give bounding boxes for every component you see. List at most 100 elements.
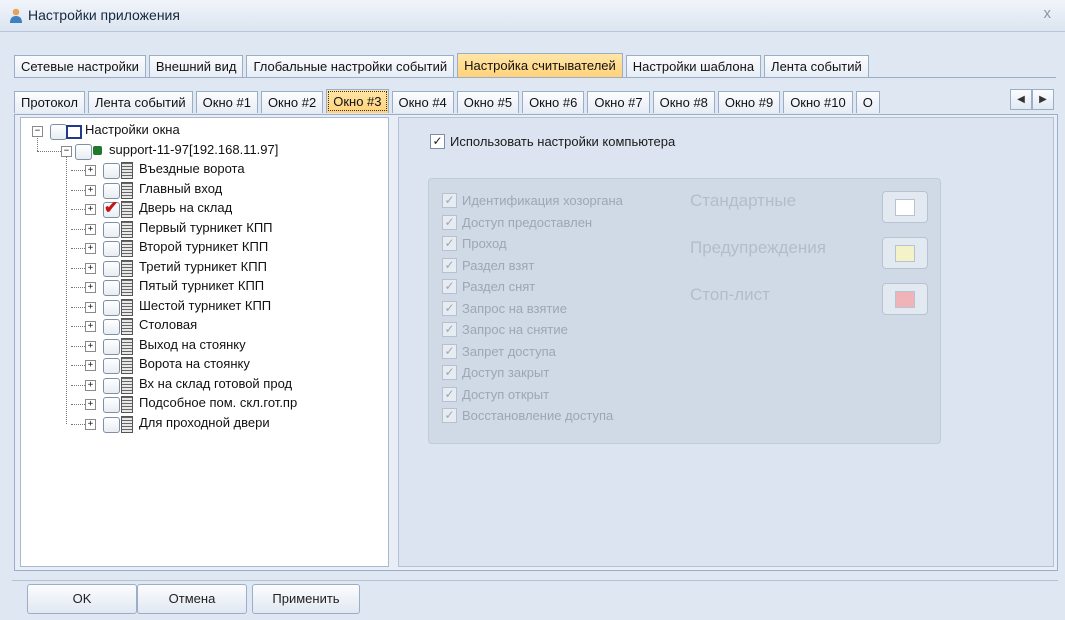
tab-scroll-buttons: ◀ ▶ <box>1010 89 1054 110</box>
tree-connector <box>37 150 61 152</box>
reader-checkbox[interactable] <box>103 260 120 277</box>
tree-connector <box>66 155 67 424</box>
expand-icon[interactable]: + <box>85 204 96 215</box>
expand-icon[interactable]: + <box>85 321 96 332</box>
expand-icon[interactable]: + <box>85 418 96 430</box>
apply-button[interactable]: Применить <box>252 584 360 614</box>
main-tab[interactable]: Сетевые настройки <box>14 55 146 77</box>
close-icon[interactable]: x <box>1044 5 1052 22</box>
reader-checkbox[interactable] <box>103 280 120 296</box>
reader-label: Въездные ворота <box>139 161 245 176</box>
event-check[interactable]: ✓ <box>442 214 457 230</box>
reader-checkbox[interactable] <box>103 182 120 199</box>
expand-icon[interactable]: + <box>85 301 96 313</box>
event-checkbox[interactable]: ✓ Идентификация хозоргана <box>442 193 623 208</box>
reader-tree[interactable]: − Настройки окна − support-11-97[192.168.11… <box>20 117 389 567</box>
reader-icon <box>121 220 133 238</box>
reader-checkbox[interactable] <box>103 358 120 374</box>
event-checkbox[interactable]: ✓ Запрет доступа <box>442 343 556 359</box>
event-check[interactable]: ✓ <box>442 257 457 273</box>
window-tab[interactable]: Протокол <box>14 91 85 113</box>
window-tab[interactable]: Окно #2 <box>260 91 324 113</box>
event-check[interactable]: ✓ <box>442 236 457 251</box>
reader-label: Подсобное пом. скл.гот.пр <box>139 395 298 410</box>
expand-icon[interactable]: + <box>85 282 96 293</box>
window-tab[interactable]: Окно #3 <box>326 89 389 113</box>
reader-checkbox[interactable] <box>103 221 120 238</box>
expand-icon[interactable]: + <box>85 340 96 352</box>
event-check[interactable]: ✓ <box>442 300 457 316</box>
reader-checkbox[interactable] <box>103 241 120 257</box>
scroll-left-icon[interactable]: ◀ <box>1010 89 1032 110</box>
color-picker-button[interactable] <box>882 283 928 315</box>
reader-icon <box>121 396 133 413</box>
color-swatch <box>895 199 915 216</box>
window-tab[interactable]: Окно #1 <box>195 91 258 113</box>
use-computer-check[interactable]: ✓ <box>430 134 445 149</box>
event-checkbox[interactable]: ✓ Проход <box>442 236 507 251</box>
event-checkbox[interactable]: ✓ Восстановление доступа <box>442 408 613 423</box>
window-tab[interactable]: Окно #5 <box>456 91 520 113</box>
main-tab[interactable]: Внешний вид <box>148 55 244 77</box>
reader-icon <box>121 318 133 335</box>
main-tabs: Сетевые настройки Внешний вид Глобальные н… <box>14 53 872 77</box>
window-tab[interactable]: Окно #8 <box>652 91 715 113</box>
expand-icon[interactable]: + <box>85 243 96 254</box>
window-tab[interactable]: Лента событий <box>87 91 193 113</box>
expand-icon[interactable]: + <box>85 399 96 410</box>
reader-checkbox[interactable] <box>103 338 120 355</box>
reader-label: Шестой турникет КПП <box>139 297 272 313</box>
window-tab[interactable]: О <box>855 91 880 113</box>
main-tab[interactable]: Глобальные настройки событий <box>246 55 455 77</box>
window-tab[interactable]: Окно #9 <box>717 91 781 113</box>
event-checkbox[interactable]: ✓ Доступ открыт <box>442 386 549 402</box>
window-tab[interactable]: Окно #6 <box>522 91 585 113</box>
event-check[interactable]: ✓ <box>442 193 457 208</box>
event-checkbox[interactable]: ✓ Доступ предоставлен <box>442 214 592 230</box>
event-check[interactable]: ✓ <box>442 279 457 294</box>
window-tab[interactable]: Окно #10 <box>783 91 853 113</box>
event-checkbox[interactable]: ✓ Запрос на взятие <box>442 300 567 316</box>
event-check[interactable]: ✓ <box>442 386 457 402</box>
cancel-button[interactable]: Отмена <box>137 584 247 614</box>
tree-connector <box>71 248 85 249</box>
reader-label: Главный вход <box>139 180 223 196</box>
window-tab[interactable]: Окно #4 <box>391 91 454 113</box>
event-checkbox[interactable]: ✓ Доступ закрыт <box>442 365 549 380</box>
expand-icon[interactable]: + <box>85 165 96 176</box>
root-checkbox[interactable] <box>50 124 67 140</box>
reader-checkbox[interactable] <box>103 319 120 335</box>
ok-button[interactable]: OK <box>27 584 137 614</box>
reader-label: Вх на склад готовой прод <box>139 375 293 391</box>
reader-checkbox[interactable] <box>103 163 120 179</box>
expand-icon[interactable]: + <box>85 262 96 274</box>
reader-checkbox[interactable] <box>103 397 120 413</box>
event-check[interactable]: ✓ <box>442 365 457 380</box>
color-swatch <box>895 291 915 308</box>
color-picker-button[interactable] <box>882 191 928 223</box>
window-tab[interactable]: Окно #7 <box>587 91 650 113</box>
main-tab[interactable]: Лента событий <box>764 55 869 77</box>
event-checkbox[interactable]: ✓ Раздел снят <box>442 279 535 294</box>
expand-icon[interactable]: + <box>85 379 96 391</box>
reader-icon <box>121 357 133 374</box>
window-icon <box>66 125 82 139</box>
use-computer-settings-checkbox[interactable]: ✓ Использовать настройки компьютера <box>430 134 675 149</box>
window-title: Настройки приложения <box>28 7 180 23</box>
scroll-right-icon[interactable]: ▶ <box>1032 89 1054 110</box>
computer-checkbox[interactable] <box>75 143 92 160</box>
reader-checkbox[interactable] <box>103 416 120 433</box>
expand-icon[interactable]: + <box>85 184 96 196</box>
color-picker-button[interactable] <box>882 237 928 269</box>
reader-checkbox[interactable] <box>103 377 120 394</box>
event-checkbox[interactable]: ✓ Запрос на снятие <box>442 322 568 337</box>
reader-checkbox[interactable] <box>103 299 120 316</box>
event-checkbox[interactable]: ✓ Раздел взят <box>442 257 534 273</box>
event-check[interactable]: ✓ <box>442 343 457 359</box>
event-check[interactable]: ✓ <box>442 408 457 423</box>
main-tab[interactable]: Настройка считывателей <box>457 53 623 77</box>
event-check[interactable]: ✓ <box>442 322 457 337</box>
main-tab[interactable]: Настройки шаблона <box>625 55 762 77</box>
expand-icon[interactable]: + <box>85 223 96 235</box>
expand-icon[interactable]: + <box>85 360 96 371</box>
